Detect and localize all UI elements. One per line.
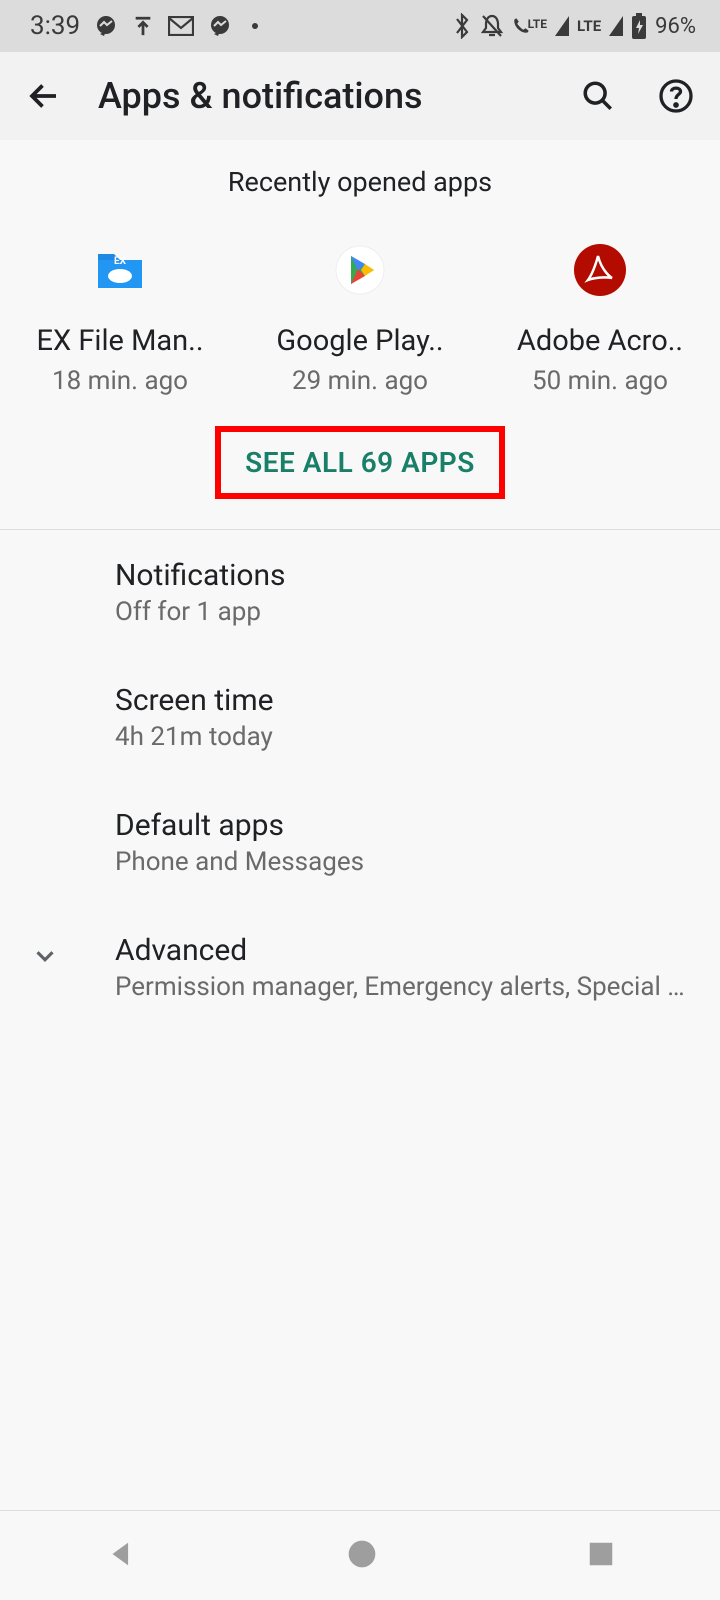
app-name: Google Play..: [276, 324, 443, 358]
call-lte-icon: LTE: [512, 17, 547, 35]
status-time: 3:39: [30, 11, 80, 41]
google-play-icon: [334, 244, 386, 296]
app-time: 50 min. ago: [532, 366, 668, 396]
app-time: 18 min. ago: [52, 366, 188, 396]
setting-title: Notifications: [115, 558, 696, 593]
bluetooth-icon: [452, 13, 472, 39]
chevron-down-icon: [30, 941, 60, 975]
recent-apps-row: EX EX File Man.. 18 min. ago Google Play…: [0, 208, 720, 426]
setting-subtitle: Phone and Messages: [115, 847, 696, 877]
help-button[interactable]: [652, 72, 700, 120]
nav-home-button[interactable]: [346, 1538, 378, 1574]
battery-pct: 96%: [655, 14, 696, 39]
see-all-apps-button[interactable]: SEE ALL 69 APPS: [215, 426, 505, 499]
ex-file-manager-icon: EX: [94, 244, 146, 296]
setting-title: Advanced: [115, 933, 696, 968]
setting-title: Screen time: [115, 683, 696, 718]
recent-app-google-play[interactable]: Google Play.. 29 min. ago: [250, 244, 470, 396]
messenger-icon-2: [208, 14, 232, 38]
setting-advanced[interactable]: Advanced Permission manager, Emergency a…: [0, 905, 720, 1030]
recent-app-adobe-acrobat[interactable]: Adobe Acro.. 50 min. ago: [490, 244, 710, 396]
dnd-icon: [480, 13, 504, 39]
nav-recent-button[interactable]: [586, 1539, 616, 1573]
battery-icon: [631, 13, 647, 39]
setting-subtitle: 4h 21m today: [115, 722, 696, 752]
page-title: Apps & notifications: [98, 75, 544, 117]
back-button[interactable]: [20, 72, 68, 120]
signal-icon-1: [555, 16, 569, 36]
system-nav-bar: [0, 1510, 720, 1600]
setting-default-apps[interactable]: Default apps Phone and Messages: [0, 780, 720, 905]
app-bar: Apps & notifications: [0, 52, 720, 140]
status-bar: 3:39 LTE LTE 96%: [0, 0, 720, 52]
app-name: Adobe Acro..: [517, 324, 683, 358]
setting-notifications[interactable]: Notifications Off for 1 app: [0, 530, 720, 655]
messenger-icon: [94, 14, 118, 38]
signal-icon-2: [609, 16, 623, 36]
recent-apps-header: Recently opened apps: [0, 140, 720, 208]
adobe-acrobat-icon: [574, 244, 626, 296]
setting-subtitle: Permission manager, Emergency alerts, Sp…: [115, 972, 696, 1002]
gmail-icon: [168, 16, 194, 36]
app-name: EX File Man..: [37, 324, 204, 358]
more-dot: [252, 23, 258, 29]
recent-app-ex-file-manager[interactable]: EX EX File Man.. 18 min. ago: [10, 244, 230, 396]
upload-icon: [132, 14, 154, 38]
setting-screen-time[interactable]: Screen time 4h 21m today: [0, 655, 720, 780]
setting-title: Default apps: [115, 808, 696, 843]
setting-subtitle: Off for 1 app: [115, 597, 696, 627]
svg-text:EX: EX: [114, 256, 127, 267]
app-time: 29 min. ago: [292, 366, 428, 396]
lte-label: LTE: [577, 17, 601, 35]
search-button[interactable]: [574, 72, 622, 120]
nav-back-button[interactable]: [104, 1537, 138, 1575]
